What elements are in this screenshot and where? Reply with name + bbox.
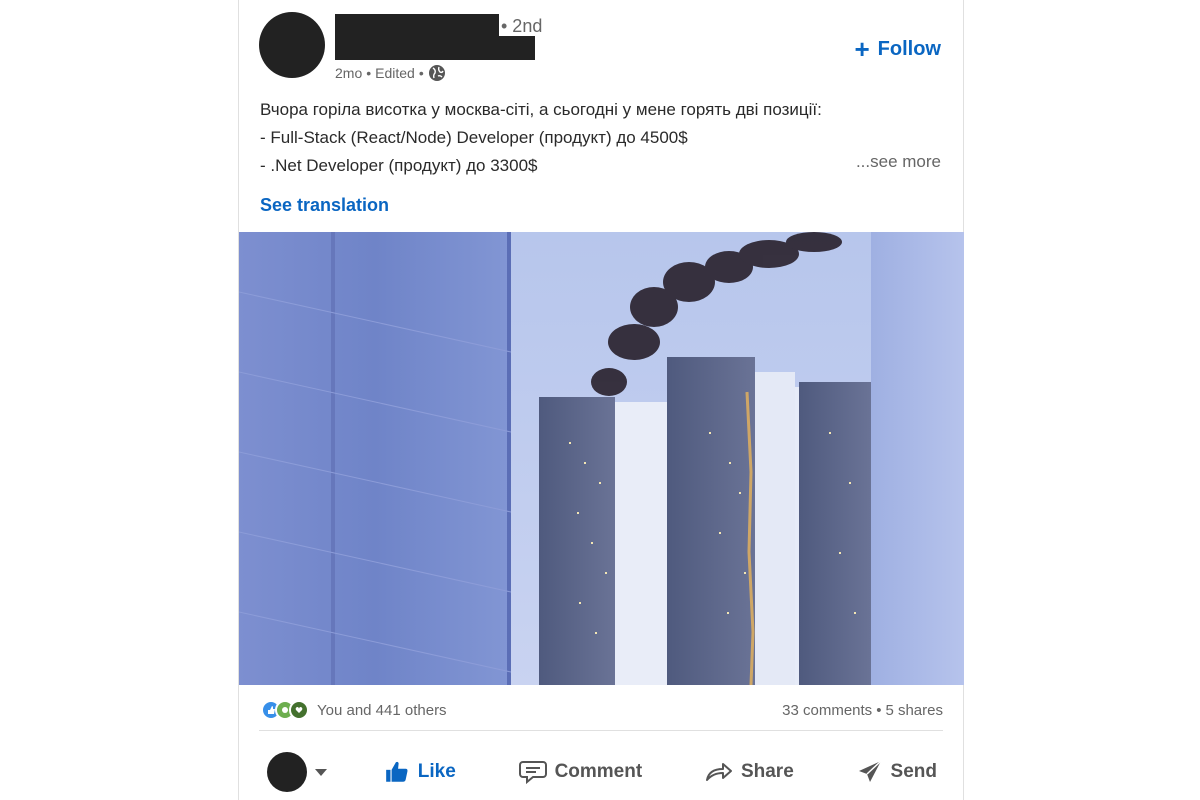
follow-button[interactable]: + Follow xyxy=(854,36,941,62)
counts-separator: • xyxy=(876,701,882,719)
meta-separator: • xyxy=(418,65,424,81)
divider xyxy=(259,730,943,731)
send-icon xyxy=(858,760,882,782)
support-reaction-icon xyxy=(289,700,309,720)
thumbs-up-icon xyxy=(385,761,408,782)
send-label: Send xyxy=(890,761,937,782)
comment-button[interactable]: Comment xyxy=(513,751,649,793)
follow-label: Follow xyxy=(877,37,941,60)
comments-count-link[interactable]: 33 comments xyxy=(782,702,872,719)
plus-icon: + xyxy=(854,34,870,64)
avatar xyxy=(267,752,307,792)
reactions-text: You and 441 others xyxy=(317,701,447,719)
comment-label: Comment xyxy=(554,761,643,782)
skyline-fire-photo xyxy=(239,232,964,685)
social-counts: You and 441 others 33 comments • 5 share… xyxy=(261,698,943,722)
author-avatar[interactable] xyxy=(259,12,325,78)
globe-icon xyxy=(428,64,446,82)
post-text-line: - Full-Stack (React/Node) Developer (про… xyxy=(260,128,688,147)
see-more-link[interactable]: ...see more xyxy=(856,152,941,172)
reaction-icons xyxy=(261,700,309,720)
post-image[interactable] xyxy=(239,232,964,685)
comment-icon xyxy=(518,761,547,785)
feed-post-card: • 2nd 2mo • Edited • + Follow Вчора горі… xyxy=(238,0,964,800)
post-time: 2mo xyxy=(335,65,363,81)
post-actions-bar: Like Comment Share Send xyxy=(259,744,943,800)
post-text-line: Вчора горіла висотка у москва-сіті, а сь… xyxy=(260,100,822,119)
author-name-redacted[interactable] xyxy=(335,14,499,36)
like-button[interactable]: Like xyxy=(378,751,462,793)
share-button[interactable]: Share xyxy=(699,752,800,792)
share-arrow-icon xyxy=(705,763,732,781)
meta-separator: • xyxy=(366,65,372,81)
share-label: Share xyxy=(740,761,794,782)
send-button[interactable]: Send xyxy=(851,751,943,793)
post-meta: 2mo • Edited • xyxy=(335,64,446,82)
author-headline-redacted xyxy=(335,36,535,60)
reaction-identity-selector[interactable] xyxy=(267,752,327,792)
caret-down-icon xyxy=(315,768,327,776)
engagement-counts: 33 comments • 5 shares xyxy=(782,702,943,719)
reactions-summary[interactable]: You and 441 others xyxy=(261,700,447,720)
like-label: Like xyxy=(417,761,456,782)
post-text-line: - .Net Developer (продукт) до 3300$ xyxy=(260,156,538,175)
connection-degree: • 2nd xyxy=(501,16,543,36)
see-translation-link[interactable]: See translation xyxy=(260,195,389,216)
shares-count-link[interactable]: 5 shares xyxy=(885,702,943,719)
edited-label: Edited xyxy=(375,65,415,81)
post-body: Вчора горіла висотка у москва-сіті, а сь… xyxy=(260,96,944,180)
